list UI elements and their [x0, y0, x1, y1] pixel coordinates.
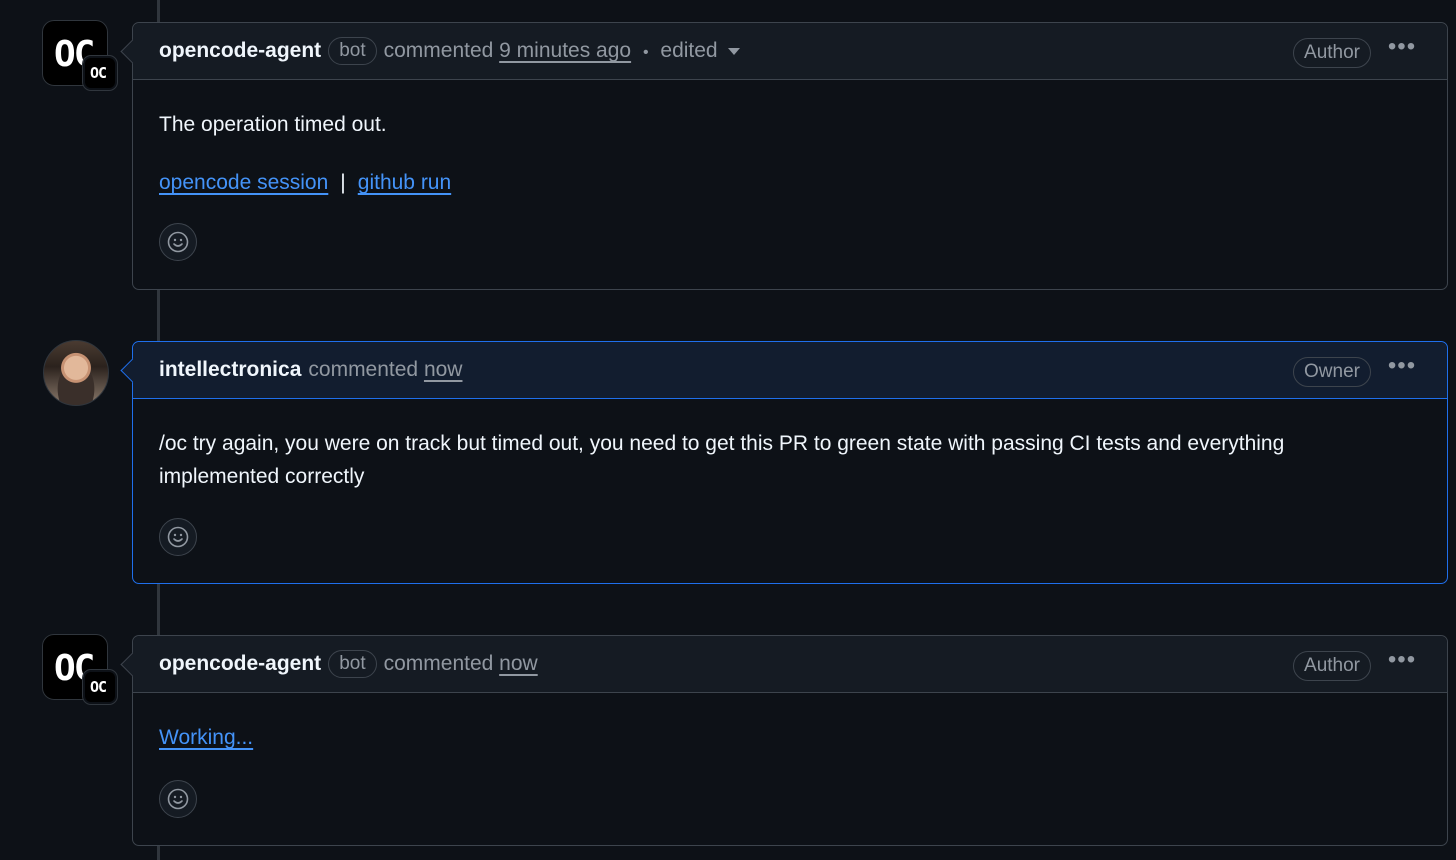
- link-separator: |: [340, 171, 346, 194]
- timestamp-link[interactable]: now: [424, 358, 463, 381]
- working-link[interactable]: Working...: [159, 726, 253, 749]
- action-text: commented: [383, 652, 494, 675]
- smiley-icon: [167, 788, 189, 810]
- comment-box: intellectronica commented now Owner ••• …: [120, 341, 1448, 584]
- github-run-link[interactable]: github run: [358, 171, 451, 194]
- comment-body: /oc try again, you were on track but tim…: [133, 399, 1447, 493]
- smiley-icon: [167, 231, 189, 253]
- comment-header: opencode-agent bot commented now Author …: [133, 636, 1447, 693]
- opencode-session-link[interactable]: opencode session: [159, 171, 328, 194]
- kebab-menu-icon[interactable]: •••: [1387, 35, 1417, 65]
- comment-box: opencode-agent bot commented 9 minutes a…: [120, 22, 1448, 290]
- author-link[interactable]: opencode-agent: [159, 652, 321, 676]
- opencode-agent-avatar[interactable]: OC OC: [42, 634, 118, 705]
- comment-box: opencode-agent bot commented now Author …: [120, 635, 1448, 846]
- smiley-icon: [167, 526, 189, 548]
- timestamp-link[interactable]: 9 minutes ago: [499, 39, 631, 62]
- author-link[interactable]: opencode-agent: [159, 39, 321, 63]
- action-text: commented: [308, 358, 419, 381]
- chevron-down-icon: [727, 47, 740, 55]
- comment-text: The operation timed out.: [159, 113, 387, 136]
- comment-header: intellectronica commented now Owner •••: [133, 342, 1447, 399]
- add-reaction-button[interactable]: [159, 223, 197, 261]
- edited-label: edited: [660, 39, 718, 62]
- comment-header: opencode-agent bot commented 9 minutes a…: [133, 23, 1447, 80]
- opencode-agent-avatar[interactable]: OC OC: [42, 20, 118, 91]
- kebab-menu-icon[interactable]: •••: [1387, 648, 1417, 678]
- comment-body: The operation timed out. opencode sessio…: [133, 80, 1447, 199]
- comment-body: Working...: [133, 693, 1447, 754]
- add-reaction-button[interactable]: [159, 518, 197, 556]
- owner-role-badge: Owner: [1293, 357, 1371, 387]
- author-role-badge: Author: [1293, 38, 1371, 68]
- edited-separator: •: [642, 44, 649, 61]
- comment-meta: commented now: [384, 652, 538, 676]
- author-role-badge: Author: [1293, 651, 1371, 681]
- edited-dropdown[interactable]: edited: [660, 39, 740, 62]
- opencode-badge-icon: OC: [82, 669, 118, 705]
- author-link[interactable]: intellectronica: [159, 358, 301, 382]
- comment-links: opencode session | github run: [159, 166, 1421, 199]
- action-text: commented: [383, 39, 494, 62]
- comment-meta: commented now: [308, 358, 462, 382]
- intellectronica-avatar[interactable]: [43, 340, 109, 406]
- add-reaction-button[interactable]: [159, 780, 197, 818]
- comment-text: /oc try again, you were on track but tim…: [159, 432, 1285, 488]
- timestamp-link[interactable]: now: [499, 652, 538, 675]
- opencode-badge-icon: OC: [82, 55, 118, 91]
- bot-badge: bot: [328, 650, 377, 678]
- bot-badge: bot: [328, 37, 377, 65]
- comment-meta: commented 9 minutes ago • edited: [384, 39, 740, 63]
- kebab-menu-icon[interactable]: •••: [1387, 354, 1417, 384]
